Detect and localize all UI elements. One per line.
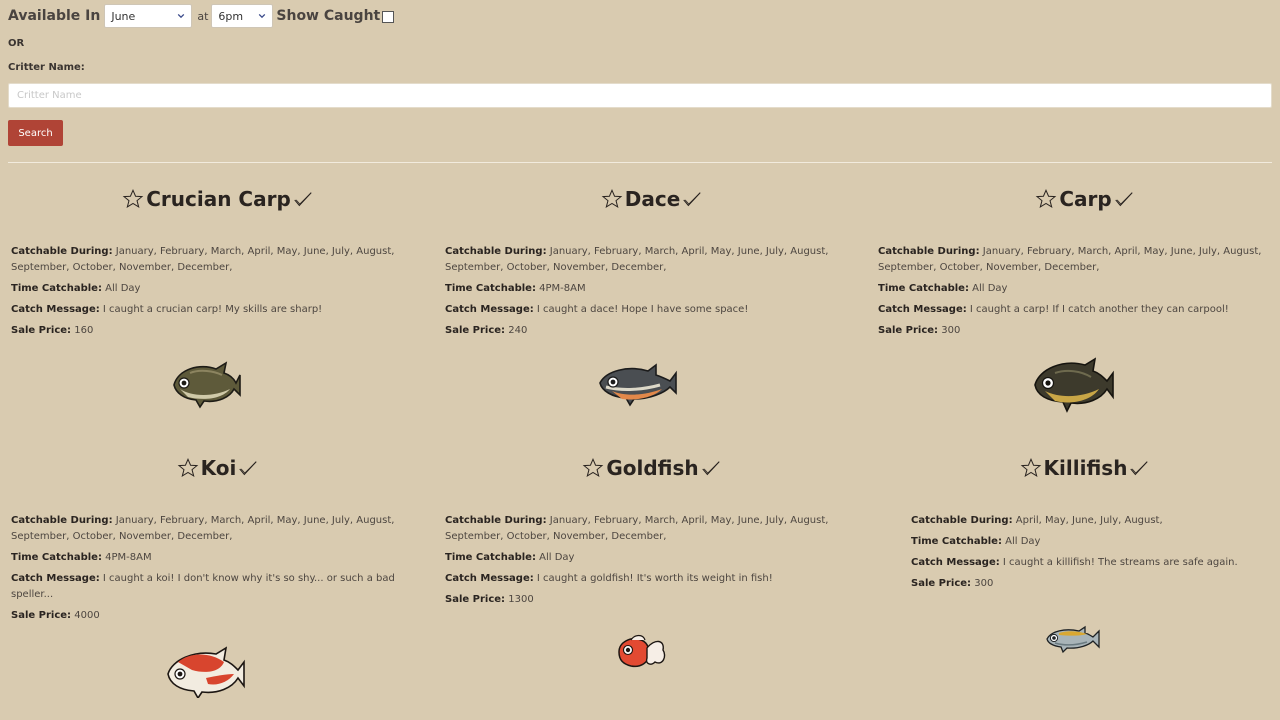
fish-name: Goldfish	[606, 456, 699, 480]
critter-name-label: Critter Name:	[8, 62, 85, 73]
time-catchable-label: Time Catchable:	[11, 552, 102, 563]
sale-price-value: 4000	[74, 610, 100, 621]
at-label: at	[197, 9, 209, 23]
month-select[interactable]: June	[104, 4, 193, 28]
time-catchable-value: 4PM-8AM	[539, 283, 586, 294]
sale-price-label: Sale Price:	[878, 325, 939, 336]
sale-price-value: 300	[941, 325, 961, 336]
sale-price-label: Sale Price:	[11, 325, 72, 336]
star-outline-icon[interactable]	[1035, 188, 1057, 210]
killifish-image	[1046, 625, 1100, 654]
time-select-value: 6pm	[218, 9, 244, 23]
chevron-down-icon	[259, 13, 266, 19]
sale-price-label: Sale Price:	[445, 325, 506, 336]
catch-message-value: I caught a killifish! The streams are sa…	[1002, 557, 1238, 568]
koi-image	[167, 646, 245, 698]
checkmark-icon[interactable]	[292, 188, 314, 210]
fish-name: Carp	[1059, 187, 1112, 211]
fish-details: Catchable During: January, February, Mar…	[11, 244, 401, 344]
catch-message-label: Catch Message:	[11, 304, 100, 315]
crucian-carp-image	[173, 361, 241, 409]
fish-card: Killifish Catchable During: April, May, …	[875, 456, 1280, 654]
time-catchable-label: Time Catchable:	[911, 536, 1002, 547]
catch-message-value: I caught a dace! Hope I have some space!	[536, 304, 749, 315]
star-outline-icon[interactable]	[1020, 457, 1042, 479]
fish-name: Crucian Carp	[146, 187, 291, 211]
catchable-during-label: Catchable During:	[445, 515, 547, 526]
catchable-during-label: Catchable During:	[911, 515, 1013, 526]
filter-row: Available In June at 6pm Show Caught	[8, 3, 395, 29]
time-catchable-label: Time Catchable:	[445, 283, 536, 294]
available-in-label: Available In	[8, 8, 101, 24]
time-catchable-label: Time Catchable:	[445, 552, 536, 563]
goldfish-image	[618, 634, 666, 668]
sale-price-label: Sale Price:	[11, 610, 72, 621]
sale-price-value: 240	[508, 325, 528, 336]
catch-message-label: Catch Message:	[911, 557, 1000, 568]
chevron-down-icon	[178, 13, 185, 19]
fish-details: Catchable During: January, February, Mar…	[445, 244, 835, 344]
sale-price-value: 300	[974, 578, 994, 589]
checkmark-icon[interactable]	[237, 457, 259, 479]
fish-card: Carp Catchable During: January, February…	[875, 187, 1280, 413]
show-caught-checkbox[interactable]	[382, 11, 395, 23]
fish-details: Catchable During: January, February, Mar…	[878, 244, 1268, 344]
fish-name: Killifish	[1043, 456, 1128, 480]
catchable-during-label: Catchable During:	[445, 246, 547, 257]
catchable-during-label: Catchable During:	[11, 515, 113, 526]
time-catchable-value: All Day	[105, 283, 141, 294]
star-outline-icon[interactable]	[601, 188, 623, 210]
fish-card: Koi Catchable During: January, February,…	[8, 456, 428, 698]
search-button[interactable]: Search	[8, 120, 63, 146]
star-outline-icon[interactable]	[122, 188, 144, 210]
or-label: OR	[8, 38, 25, 49]
divider	[8, 162, 1272, 163]
catchable-during-label: Catchable During:	[11, 246, 113, 257]
sale-price-label: Sale Price:	[445, 594, 506, 605]
carp-image	[1034, 357, 1114, 413]
sale-price-label: Sale Price:	[911, 578, 972, 589]
checkmark-icon[interactable]	[700, 457, 722, 479]
dace-image	[599, 363, 677, 407]
time-select[interactable]: 6pm	[211, 4, 274, 28]
fish-name: Koi	[200, 456, 237, 480]
checkmark-icon[interactable]	[1113, 188, 1135, 210]
time-catchable-value: All Day	[1005, 536, 1041, 547]
star-outline-icon[interactable]	[177, 457, 199, 479]
catchable-during-label: Catchable During:	[878, 246, 980, 257]
fish-details: Catchable During: January, February, Mar…	[11, 513, 401, 629]
fish-card: Crucian Carp Catchable During: January, …	[8, 187, 428, 409]
critter-name-input[interactable]	[8, 83, 1272, 108]
checkmark-icon[interactable]	[1128, 457, 1150, 479]
fish-details: Catchable During: April, May, June, July…	[911, 513, 1280, 597]
time-catchable-label: Time Catchable:	[11, 283, 102, 294]
time-catchable-label: Time Catchable:	[878, 283, 969, 294]
catch-message-value: I caught a crucian carp! My skills are s…	[102, 304, 323, 315]
fish-card: Dace Catchable During: January, February…	[442, 187, 862, 407]
catch-message-label: Catch Message:	[445, 304, 534, 315]
sale-price-value: 160	[74, 325, 94, 336]
time-catchable-value: All Day	[972, 283, 1008, 294]
catch-message-label: Catch Message:	[445, 573, 534, 584]
month-select-value: June	[111, 9, 136, 23]
sale-price-value: 1300	[508, 594, 534, 605]
show-caught-label: Show Caught	[276, 8, 381, 24]
catchable-during-value: April, May, June, July, August,	[1015, 515, 1163, 526]
fish-details: Catchable During: January, February, Mar…	[445, 513, 835, 613]
time-catchable-value: All Day	[539, 552, 575, 563]
catch-message-value: I caught a carp! If I catch another they…	[969, 304, 1229, 315]
catch-message-label: Catch Message:	[878, 304, 967, 315]
fish-card: Goldfish Catchable During: January, Febr…	[442, 456, 862, 668]
checkmark-icon[interactable]	[681, 188, 703, 210]
catch-message-value: I caught a goldfish! It's worth its weig…	[536, 573, 773, 584]
time-catchable-value: 4PM-8AM	[105, 552, 152, 563]
star-outline-icon[interactable]	[582, 457, 604, 479]
catch-message-label: Catch Message:	[11, 573, 100, 584]
fish-name: Dace	[624, 187, 681, 211]
